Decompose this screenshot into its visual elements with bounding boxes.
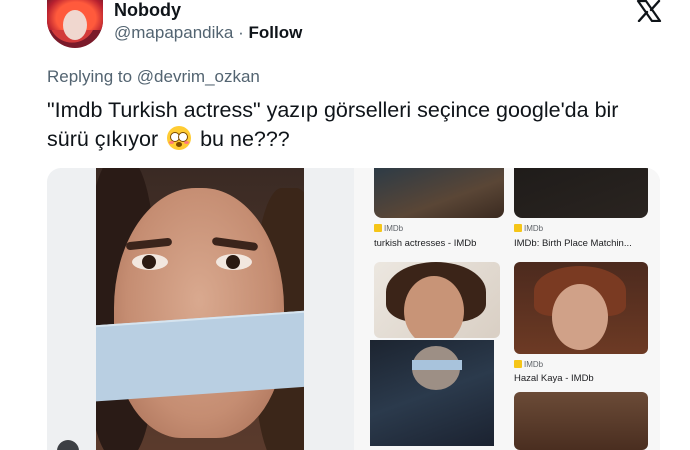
result-thumbnail-2[interactable] <box>514 168 648 218</box>
gallery-icon[interactable] <box>57 440 79 450</box>
x-logo-icon[interactable] <box>636 0 662 22</box>
tweet-text: "Imdb Turkish actress" yazıp görselleri … <box>47 96 647 154</box>
replying-to-line: Replying to @devrim_ozkan <box>47 66 260 88</box>
tweet-text-end: bu ne??? <box>200 127 290 151</box>
tape-over-mouth <box>96 310 304 402</box>
replying-to-prefix: Replying to <box>47 67 133 86</box>
result-caption-2[interactable]: IMDb: Birth Place Matchin... <box>514 238 632 250</box>
tweet-media[interactable]: IMDb turkish actresses - IMDb IMDb IMDb:… <box>47 168 660 450</box>
result-thumbnail-3[interactable] <box>374 262 500 338</box>
imdb-icon <box>374 224 382 232</box>
result-caption-3[interactable]: Hazal Kaya - IMDb <box>514 373 594 385</box>
result-source-1: IMDb <box>374 224 403 234</box>
tweet-text-main: "Imdb Turkish actress" yazıp görselleri … <box>47 98 619 151</box>
handle-separator: · <box>238 23 244 42</box>
replying-to-mention[interactable]: @devrim_ozkan <box>137 67 260 86</box>
avatar-face <box>63 10 87 40</box>
author-display-name[interactable]: Nobody <box>114 0 181 20</box>
result-caption-1[interactable]: turkish actresses - IMDb <box>374 238 476 250</box>
author-avatar[interactable] <box>47 0 103 48</box>
flushed-face-icon <box>167 126 192 150</box>
author-handle-row: @mapapandika · Follow <box>114 22 302 44</box>
result-source-2: IMDb <box>514 224 543 234</box>
author-handle[interactable]: @mapapandika <box>114 23 233 42</box>
follow-button[interactable]: Follow <box>248 23 302 42</box>
result-thumbnail-1[interactable] <box>374 168 504 218</box>
result-thumbnail-4[interactable] <box>514 262 648 354</box>
result-thumbnail-6[interactable] <box>514 392 648 450</box>
image-results-panel: IMDb turkish actresses - IMDb IMDb IMDb:… <box>354 168 660 450</box>
result-source-3: IMDb <box>514 360 543 370</box>
main-result-photo[interactable] <box>96 168 304 450</box>
imdb-icon <box>514 360 522 368</box>
result-thumbnail-5[interactable] <box>370 340 494 446</box>
imdb-icon <box>514 224 522 232</box>
